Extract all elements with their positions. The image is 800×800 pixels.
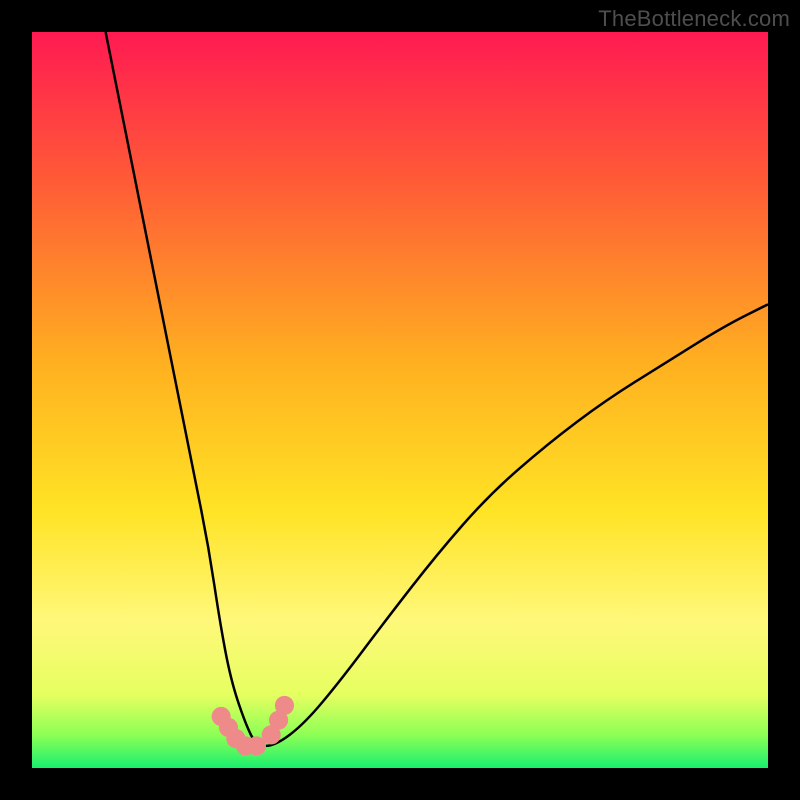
chart-svg bbox=[32, 32, 768, 768]
chart-frame: TheBottleneck.com bbox=[0, 0, 800, 800]
marker-dot bbox=[275, 696, 294, 715]
gradient-background bbox=[32, 32, 768, 768]
plot-area bbox=[32, 32, 768, 768]
watermark-text: TheBottleneck.com bbox=[598, 6, 790, 32]
